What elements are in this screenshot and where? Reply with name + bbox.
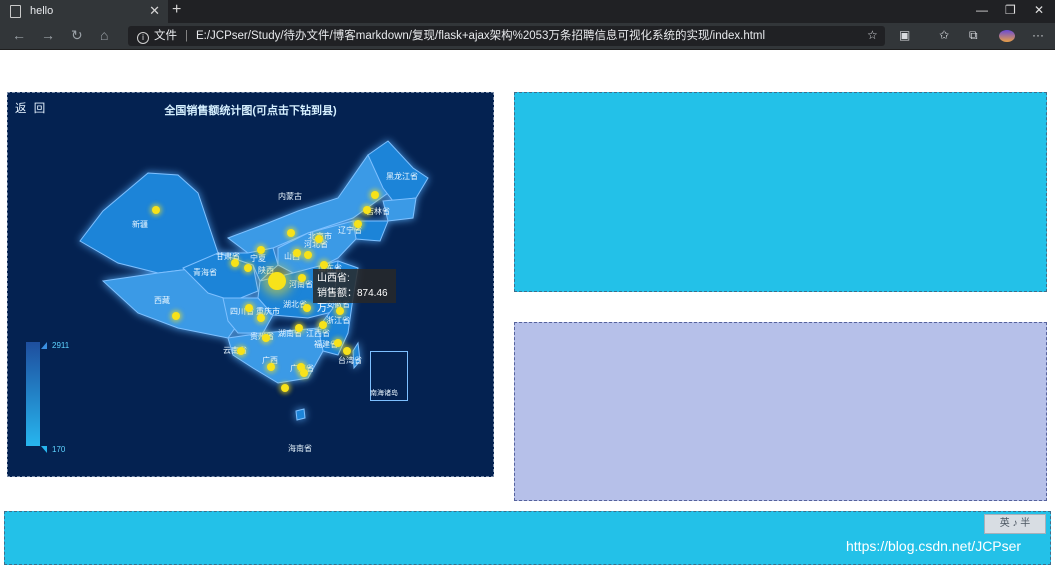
map-dot[interactable] <box>172 312 180 320</box>
address-separator: | <box>185 30 188 42</box>
label-qinghai: 青海省 <box>193 268 217 277</box>
url-text: E:/JCPser/Study/待办文件/博客markdown/复现/flask… <box>196 30 766 42</box>
label-taiwan: 台湾省 <box>338 356 362 365</box>
map-dot[interactable] <box>300 369 308 377</box>
restore-icon[interactable]: ❐ <box>1005 3 1016 17</box>
close-window-icon[interactable]: ✕ <box>1034 3 1044 17</box>
chart-panel-top-right <box>514 92 1047 292</box>
forward-icon[interactable]: → <box>41 27 55 43</box>
tooltip-value: 销售额：874.46万 <box>317 288 388 314</box>
legend-min-value: 170 <box>52 445 66 454</box>
sales-map-panel: 全国销售额统计图(可点击下钻到县) 返 回 黑龙江省 内蒙古 吉林省 辽宁省 新… <box>7 92 494 477</box>
province-hainan <box>295 408 306 421</box>
home-icon[interactable]: ⌂ <box>100 27 108 43</box>
map-dot[interactable] <box>334 339 342 347</box>
chart-panel-mid-right <box>514 322 1047 501</box>
label-inner-mongolia: 内蒙古 <box>278 192 302 201</box>
map-dot[interactable] <box>244 264 252 272</box>
tooltip-province: 山西省: <box>317 273 350 284</box>
map-dot[interactable] <box>287 229 295 237</box>
browser-tab[interactable]: hello ✕ <box>0 0 168 23</box>
collections-icon[interactable]: ⧉ <box>969 28 978 43</box>
tab-title: hello <box>30 5 54 17</box>
map-dot[interactable] <box>320 261 328 269</box>
label-tibet: 西藏 <box>154 296 170 305</box>
map-dot[interactable] <box>231 259 239 267</box>
more-icon[interactable]: ··· <box>1032 28 1044 42</box>
china-map[interactable] <box>8 93 494 477</box>
refresh-icon[interactable]: ↻ <box>71 27 83 44</box>
map-dot[interactable] <box>293 249 301 257</box>
address-prefix: 文件 <box>154 30 177 42</box>
toolbar: ← → ↻ ⌂ i 文件 | E:/JCPser/Study/待办文件/博客markd… <box>0 23 1055 50</box>
label-heilongjiang: 黑龙江省 <box>386 172 418 181</box>
map-dot[interactable] <box>303 304 311 312</box>
map-dot[interactable] <box>152 206 160 214</box>
ime-status-badge[interactable]: 英 ♪ 半 <box>984 514 1046 534</box>
map-dot[interactable] <box>245 304 253 312</box>
label-xinjiang: 新疆 <box>132 220 148 229</box>
minimize-icon[interactable]: — <box>976 3 988 17</box>
legend-min-handle-icon[interactable] <box>41 446 47 453</box>
profile-avatar[interactable] <box>999 30 1015 42</box>
map-dot[interactable] <box>257 246 265 254</box>
reader-icon[interactable]: ▣ <box>899 28 910 42</box>
map-dot[interactable] <box>281 384 289 392</box>
map-dot[interactable] <box>343 347 351 355</box>
map-dot[interactable] <box>319 321 327 329</box>
map-dot[interactable] <box>315 235 323 243</box>
map-dot[interactable] <box>267 363 275 371</box>
tab-strip: hello ✕ + — ❐ ✕ <box>0 0 1055 23</box>
label-south-china-sea: 南海诸岛 <box>370 390 398 397</box>
map-dot[interactable] <box>371 191 379 199</box>
map-dot[interactable] <box>354 220 362 228</box>
province-xinjiang <box>79 172 219 274</box>
info-icon[interactable]: i <box>137 32 149 44</box>
back-icon[interactable]: ← <box>12 27 26 43</box>
label-jiangxi: 江西省 <box>306 329 330 338</box>
map-dot-highlight-shanxi[interactable] <box>268 272 286 290</box>
label-ningxia: 宁夏 <box>250 254 266 263</box>
map-dot[interactable] <box>262 334 270 342</box>
address-bar[interactable]: i 文件 | E:/JCPser/Study/待办文件/博客markdown/复现/f… <box>128 26 885 46</box>
map-dot[interactable] <box>298 274 306 282</box>
watermark: https://blog.csdn.net/JCPser <box>846 538 1022 554</box>
map-dot[interactable] <box>363 206 371 214</box>
legend-max-value: 2911 <box>52 341 70 350</box>
legend-max-handle-icon[interactable] <box>41 342 47 349</box>
star-icon[interactable]: ☆ <box>867 28 878 42</box>
map-dot[interactable] <box>257 314 265 322</box>
close-tab-icon[interactable]: ✕ <box>149 3 160 19</box>
label-zhejiang: 浙江省 <box>326 316 350 325</box>
map-dot[interactable] <box>295 324 303 332</box>
visualmap-legend[interactable] <box>26 342 40 446</box>
map-tooltip: 山西省: 销售额：874.46万 <box>313 269 396 314</box>
page-icon <box>10 5 21 18</box>
map-dot[interactable] <box>304 251 312 259</box>
label-hainan: 海南省 <box>288 444 312 453</box>
favorites-icon[interactable]: ✩ <box>939 28 949 42</box>
new-tab-button[interactable]: + <box>172 1 181 19</box>
map-dot[interactable] <box>237 347 245 355</box>
